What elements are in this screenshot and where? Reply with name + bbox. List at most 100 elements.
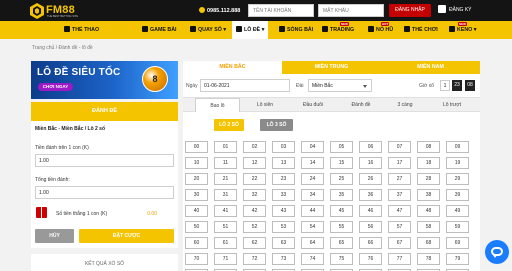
number-cell[interactable]: 17 xyxy=(388,157,411,169)
number-cell[interactable]: 05 xyxy=(330,141,353,153)
nav-item-card-games[interactable]: GAME BÀI xyxy=(142,21,177,39)
tab-south[interactable]: MIỀN NAM xyxy=(381,61,480,74)
number-cell[interactable]: 76 xyxy=(359,253,382,265)
hotline[interactable]: 0985.112.888 xyxy=(199,7,240,14)
number-cell[interactable]: 52 xyxy=(243,221,266,233)
number-cell[interactable]: 18 xyxy=(417,157,440,169)
number-cell[interactable]: 40 xyxy=(185,205,208,217)
play-now-button[interactable]: CHƠI NGAY xyxy=(38,83,73,91)
number-cell[interactable]: 07 xyxy=(388,141,411,153)
number-cell[interactable]: 06 xyxy=(359,141,382,153)
number-cell[interactable]: 45 xyxy=(330,205,353,217)
number-cell[interactable]: 37 xyxy=(388,189,411,201)
date-picker[interactable]: 01-06-2021 xyxy=(200,79,290,92)
number-cell[interactable]: 20 xyxy=(185,173,208,185)
number-cell[interactable]: 67 xyxy=(388,237,411,249)
mode-2-digit[interactable]: LÔ 2 SỐ xyxy=(214,119,244,131)
promo-banner[interactable]: LÔ ĐỀ SIÊU TỐC CHƠI NGAY 8 xyxy=(31,61,178,99)
number-cell[interactable]: 77 xyxy=(388,253,411,265)
number-cell[interactable]: 19 xyxy=(446,157,469,169)
tab-danh-de[interactable]: Đánh đề xyxy=(339,98,383,112)
number-cell[interactable]: 68 xyxy=(417,237,440,249)
number-cell[interactable]: 25 xyxy=(330,173,353,185)
number-cell[interactable]: 03 xyxy=(272,141,295,153)
number-cell[interactable]: 28 xyxy=(417,173,440,185)
nav-item-trading[interactable]: TRADING xyxy=(322,21,354,39)
number-cell[interactable]: 42 xyxy=(243,205,266,217)
number-cell[interactable]: 46 xyxy=(359,205,382,217)
tab-central[interactable]: MIỀN TRUNG xyxy=(282,61,381,74)
number-cell[interactable]: 65 xyxy=(330,237,353,249)
nav-item-lottery[interactable]: QUAY SỐ ▾ xyxy=(190,21,226,39)
number-cell[interactable]: 02 xyxy=(243,141,266,153)
number-cell[interactable]: 29 xyxy=(446,173,469,185)
number-cell[interactable]: 78 xyxy=(417,253,440,265)
breadcrumb[interactable]: Trang chủ / Đánh đề - lô đề xyxy=(32,45,93,51)
number-cell[interactable]: 70 xyxy=(185,253,208,265)
nav-item-sports[interactable]: THỂ THAO xyxy=(64,21,99,39)
number-cell[interactable]: 27 xyxy=(388,173,411,185)
number-cell[interactable]: 61 xyxy=(214,237,237,249)
number-cell[interactable]: 60 xyxy=(185,237,208,249)
number-cell[interactable]: 66 xyxy=(359,237,382,249)
number-cell[interactable]: 73 xyxy=(272,253,295,265)
tab-dau-duoi[interactable]: Đầu đuôi xyxy=(291,98,335,112)
unit-amount-input[interactable]: 1.00 xyxy=(35,154,174,167)
number-cell[interactable]: 09 xyxy=(446,141,469,153)
nav-item-casino[interactable]: SÒNG BÀI xyxy=(279,21,313,39)
number-cell[interactable]: 35 xyxy=(330,189,353,201)
number-cell[interactable]: 54 xyxy=(301,221,324,233)
number-cell[interactable]: 48 xyxy=(417,205,440,217)
number-cell[interactable]: 51 xyxy=(214,221,237,233)
number-cell[interactable]: 50 xyxy=(185,221,208,233)
number-cell[interactable]: 39 xyxy=(446,189,469,201)
number-cell[interactable]: 32 xyxy=(243,189,266,201)
number-cell[interactable]: 08 xyxy=(417,141,440,153)
number-cell[interactable]: 04 xyxy=(301,141,324,153)
number-cell[interactable]: 71 xyxy=(214,253,237,265)
number-cell[interactable]: 69 xyxy=(446,237,469,249)
number-cell[interactable]: 55 xyxy=(330,221,353,233)
tab-3-cang[interactable]: 3 càng xyxy=(383,98,427,112)
cancel-button[interactable]: HỦY xyxy=(35,229,74,243)
number-cell[interactable]: 13 xyxy=(272,157,295,169)
nav-item-games[interactable]: THỂ CHƠI xyxy=(404,21,438,39)
number-cell[interactable]: 79 xyxy=(446,253,469,265)
username-input[interactable]: TÊN TÀI KHOẢN xyxy=(248,4,314,17)
number-cell[interactable]: 15 xyxy=(330,157,353,169)
number-cell[interactable]: 62 xyxy=(243,237,266,249)
register-button[interactable]: ĐĂNG KÝ xyxy=(438,4,482,17)
number-cell[interactable]: 44 xyxy=(301,205,324,217)
place-bet-button[interactable]: ĐẶT CƯỢC xyxy=(79,229,174,243)
number-cell[interactable]: 10 xyxy=(185,157,208,169)
number-cell[interactable]: 59 xyxy=(446,221,469,233)
number-cell[interactable]: 31 xyxy=(214,189,237,201)
tab-north[interactable]: MIỀN BẮC xyxy=(183,61,282,74)
number-cell[interactable]: 23 xyxy=(272,173,295,185)
login-button[interactable]: ĐĂNG NHẬP xyxy=(389,4,431,17)
number-cell[interactable]: 26 xyxy=(359,173,382,185)
station-select[interactable]: Miền Bắc xyxy=(308,79,372,92)
logo[interactable]: FM88 THE BEST BETTING SITE xyxy=(30,3,90,19)
number-cell[interactable]: 24 xyxy=(301,173,324,185)
tab-lo-truot[interactable]: Lô trượt xyxy=(428,98,476,112)
number-cell[interactable]: 22 xyxy=(243,173,266,185)
number-cell[interactable]: 16 xyxy=(359,157,382,169)
number-cell[interactable]: 49 xyxy=(446,205,469,217)
mode-3-digit[interactable]: LÔ 3 SỐ xyxy=(260,119,293,131)
number-cell[interactable]: 01 xyxy=(214,141,237,153)
number-cell[interactable]: 14 xyxy=(301,157,324,169)
number-cell[interactable]: 56 xyxy=(359,221,382,233)
number-cell[interactable]: 43 xyxy=(272,205,295,217)
number-cell[interactable]: 47 xyxy=(388,205,411,217)
number-cell[interactable]: 21 xyxy=(214,173,237,185)
number-cell[interactable]: 30 xyxy=(185,189,208,201)
password-input[interactable]: MẬT KHẨU xyxy=(318,4,384,17)
number-cell[interactable]: 53 xyxy=(272,221,295,233)
nav-item-lode[interactable]: LÔ ĐỀ ▾ xyxy=(232,21,269,39)
tab-lo-xien[interactable]: Lô xiên xyxy=(243,98,287,112)
number-cell[interactable]: 33 xyxy=(272,189,295,201)
number-cell[interactable]: 72 xyxy=(243,253,266,265)
number-cell[interactable]: 36 xyxy=(359,189,382,201)
number-cell[interactable]: 58 xyxy=(417,221,440,233)
